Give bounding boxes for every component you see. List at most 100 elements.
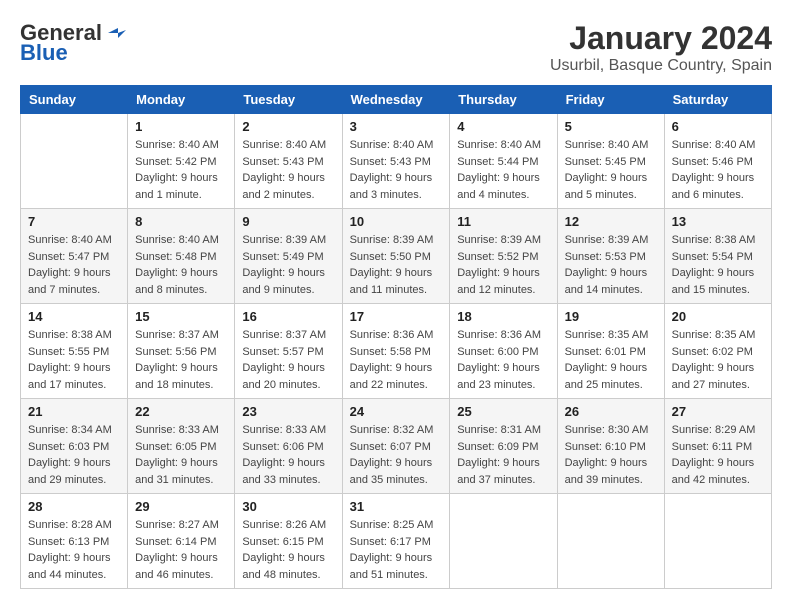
day-number: 4 [457, 119, 549, 134]
day-number: 5 [565, 119, 657, 134]
day-number: 8 [135, 214, 227, 229]
calendar-cell: 10 Sunrise: 8:39 AMSunset: 5:50 PMDayligh… [342, 209, 450, 304]
week-row-5: 28Sunrise: 8:28 AMSunset: 6:13 PMDayligh… [21, 494, 772, 589]
day-info: Sunrise: 8:37 AMSunset: 5:57 PMDaylight:… [242, 327, 334, 393]
week-row-1: 1Sunrise: 8:40 AMSunset: 5:42 PMDaylight… [21, 114, 772, 209]
calendar-cell: 7Sunrise: 8:40 AMSunset: 5:47 PMDaylight… [21, 209, 128, 304]
week-row-4: 21 Sunrise: 8:34 AMSunset: 6:03 PMDayligh… [21, 399, 772, 494]
logo-blue: Blue [20, 40, 68, 66]
day-number: 16 [242, 309, 334, 324]
calendar-cell: 27 Sunrise: 8:29 AMSunset: 6:11 PMDayligh… [664, 399, 771, 494]
calendar-cell: 21 Sunrise: 8:34 AMSunset: 6:03 PMDayligh… [21, 399, 128, 494]
calendar-cell: 11 Sunrise: 8:39 AMSunset: 5:52 PMDayligh… [450, 209, 557, 304]
day-info: Sunrise: 8:31 AMSunset: 6:09 PMDaylight:… [457, 422, 549, 488]
calendar-cell: 22 Sunrise: 8:33 AMSunset: 6:05 PMDayligh… [128, 399, 235, 494]
calendar-cell: 16 Sunrise: 8:37 AMSunset: 5:57 PMDayligh… [235, 304, 342, 399]
day-number: 12 [565, 214, 657, 229]
day-number: 9 [242, 214, 334, 229]
header-tuesday: Tuesday [235, 86, 342, 114]
logo-bird-icon [104, 22, 126, 44]
header-wednesday: Wednesday [342, 86, 450, 114]
day-number: 10 [350, 214, 443, 229]
day-info: Sunrise: 8:26 AMSunset: 6:15 PMDaylight:… [242, 517, 334, 583]
calendar-cell: 23 Sunrise: 8:33 AMSunset: 6:06 PMDayligh… [235, 399, 342, 494]
calendar-cell: 2 Sunrise: 8:40 AMSunset: 5:43 PMDaylight… [235, 114, 342, 209]
calendar-subtitle: Usurbil, Basque Country, Spain [550, 57, 772, 75]
header-friday: Friday [557, 86, 664, 114]
day-info: Sunrise: 8:39 AMSunset: 5:49 PMDaylight:… [242, 232, 334, 298]
day-info: Sunrise: 8:33 AMSunset: 6:05 PMDaylight:… [135, 422, 227, 488]
day-info: Sunrise: 8:30 AMSunset: 6:10 PMDaylight:… [565, 422, 657, 488]
day-info: Sunrise: 8:35 AMSunset: 6:02 PMDaylight:… [672, 327, 764, 393]
day-info: Sunrise: 8:40 AMSunset: 5:44 PMDaylight:… [457, 137, 549, 203]
day-number: 18 [457, 309, 549, 324]
calendar-cell: 15Sunrise: 8:37 AMSunset: 5:56 PMDayligh… [128, 304, 235, 399]
calendar-table: SundayMondayTuesdayWednesdayThursdayFrid… [20, 85, 772, 589]
day-number: 25 [457, 404, 549, 419]
day-number: 30 [242, 499, 334, 514]
day-number: 2 [242, 119, 334, 134]
calendar-cell [557, 494, 664, 589]
calendar-cell: 14 Sunrise: 8:38 AMSunset: 5:55 PMDayligh… [21, 304, 128, 399]
header-saturday: Saturday [664, 86, 771, 114]
logo: General Blue [20, 20, 128, 66]
day-number: 24 [350, 404, 443, 419]
day-number: 20 [672, 309, 764, 324]
day-info: Sunrise: 8:36 AMSunset: 5:58 PMDaylight:… [350, 327, 443, 393]
calendar-cell: 12Sunrise: 8:39 AMSunset: 5:53 PMDayligh… [557, 209, 664, 304]
day-info: Sunrise: 8:27 AMSunset: 6:14 PMDaylight:… [135, 517, 227, 583]
day-number: 29 [135, 499, 227, 514]
calendar-cell: 25 Sunrise: 8:31 AMSunset: 6:09 PMDayligh… [450, 399, 557, 494]
day-info: Sunrise: 8:40 AMSunset: 5:45 PMDaylight:… [565, 137, 657, 203]
calendar-cell: 26 Sunrise: 8:30 AMSunset: 6:10 PMDayligh… [557, 399, 664, 494]
day-number: 23 [242, 404, 334, 419]
day-info: Sunrise: 8:38 AMSunset: 5:54 PMDaylight:… [672, 232, 764, 298]
day-info: Sunrise: 8:40 AMSunset: 5:43 PMDaylight:… [242, 137, 334, 203]
day-number: 28 [28, 499, 120, 514]
day-number: 14 [28, 309, 120, 324]
day-info: Sunrise: 8:35 AMSunset: 6:01 PMDaylight:… [565, 327, 657, 393]
week-row-2: 7Sunrise: 8:40 AMSunset: 5:47 PMDaylight… [21, 209, 772, 304]
header: General Blue January 2024 Usurbil, Basqu… [20, 20, 772, 75]
day-number: 15 [135, 309, 227, 324]
day-info: Sunrise: 8:39 AMSunset: 5:52 PMDaylight:… [457, 232, 549, 298]
day-number: 21 [28, 404, 120, 419]
day-number: 27 [672, 404, 764, 419]
calendar-cell: 4 Sunrise: 8:40 AMSunset: 5:44 PMDaylight… [450, 114, 557, 209]
title-area: January 2024 Usurbil, Basque Country, Sp… [550, 20, 772, 75]
day-info: Sunrise: 8:39 AMSunset: 5:50 PMDaylight:… [350, 232, 443, 298]
calendar-cell: 30 Sunrise: 8:26 AMSunset: 6:15 PMDayligh… [235, 494, 342, 589]
calendar-cell [664, 494, 771, 589]
day-info: Sunrise: 8:38 AMSunset: 5:55 PMDaylight:… [28, 327, 120, 393]
calendar-cell: 19Sunrise: 8:35 AMSunset: 6:01 PMDayligh… [557, 304, 664, 399]
day-info: Sunrise: 8:29 AMSunset: 6:11 PMDaylight:… [672, 422, 764, 488]
calendar-header-row: SundayMondayTuesdayWednesdayThursdayFrid… [21, 86, 772, 114]
day-info: Sunrise: 8:34 AMSunset: 6:03 PMDaylight:… [28, 422, 120, 488]
day-info: Sunrise: 8:40 AMSunset: 5:48 PMDaylight:… [135, 232, 227, 298]
day-number: 22 [135, 404, 227, 419]
calendar-title: January 2024 [550, 20, 772, 57]
day-info: Sunrise: 8:33 AMSunset: 6:06 PMDaylight:… [242, 422, 334, 488]
calendar-cell: 6 Sunrise: 8:40 AMSunset: 5:46 PMDaylight… [664, 114, 771, 209]
day-number: 26 [565, 404, 657, 419]
header-monday: Monday [128, 86, 235, 114]
calendar-cell: 29 Sunrise: 8:27 AMSunset: 6:14 PMDayligh… [128, 494, 235, 589]
day-info: Sunrise: 8:32 AMSunset: 6:07 PMDaylight:… [350, 422, 443, 488]
day-number: 17 [350, 309, 443, 324]
calendar-cell: 18Sunrise: 8:36 AMSunset: 6:00 PMDayligh… [450, 304, 557, 399]
header-sunday: Sunday [21, 86, 128, 114]
day-number: 1 [135, 119, 227, 134]
day-number: 3 [350, 119, 443, 134]
week-row-3: 14 Sunrise: 8:38 AMSunset: 5:55 PMDayligh… [21, 304, 772, 399]
day-number: 31 [350, 499, 443, 514]
calendar-cell: 1Sunrise: 8:40 AMSunset: 5:42 PMDaylight… [128, 114, 235, 209]
day-info: Sunrise: 8:40 AMSunset: 5:46 PMDaylight:… [672, 137, 764, 203]
calendar-cell: 5 Sunrise: 8:40 AMSunset: 5:45 PMDaylight… [557, 114, 664, 209]
calendar-cell: 8 Sunrise: 8:40 AMSunset: 5:48 PMDaylight… [128, 209, 235, 304]
day-number: 6 [672, 119, 764, 134]
calendar-cell: 17 Sunrise: 8:36 AMSunset: 5:58 PMDayligh… [342, 304, 450, 399]
calendar-cell: 24 Sunrise: 8:32 AMSunset: 6:07 PMDayligh… [342, 399, 450, 494]
day-info: Sunrise: 8:25 AMSunset: 6:17 PMDaylight:… [350, 517, 443, 583]
calendar-cell [21, 114, 128, 209]
day-number: 11 [457, 214, 549, 229]
